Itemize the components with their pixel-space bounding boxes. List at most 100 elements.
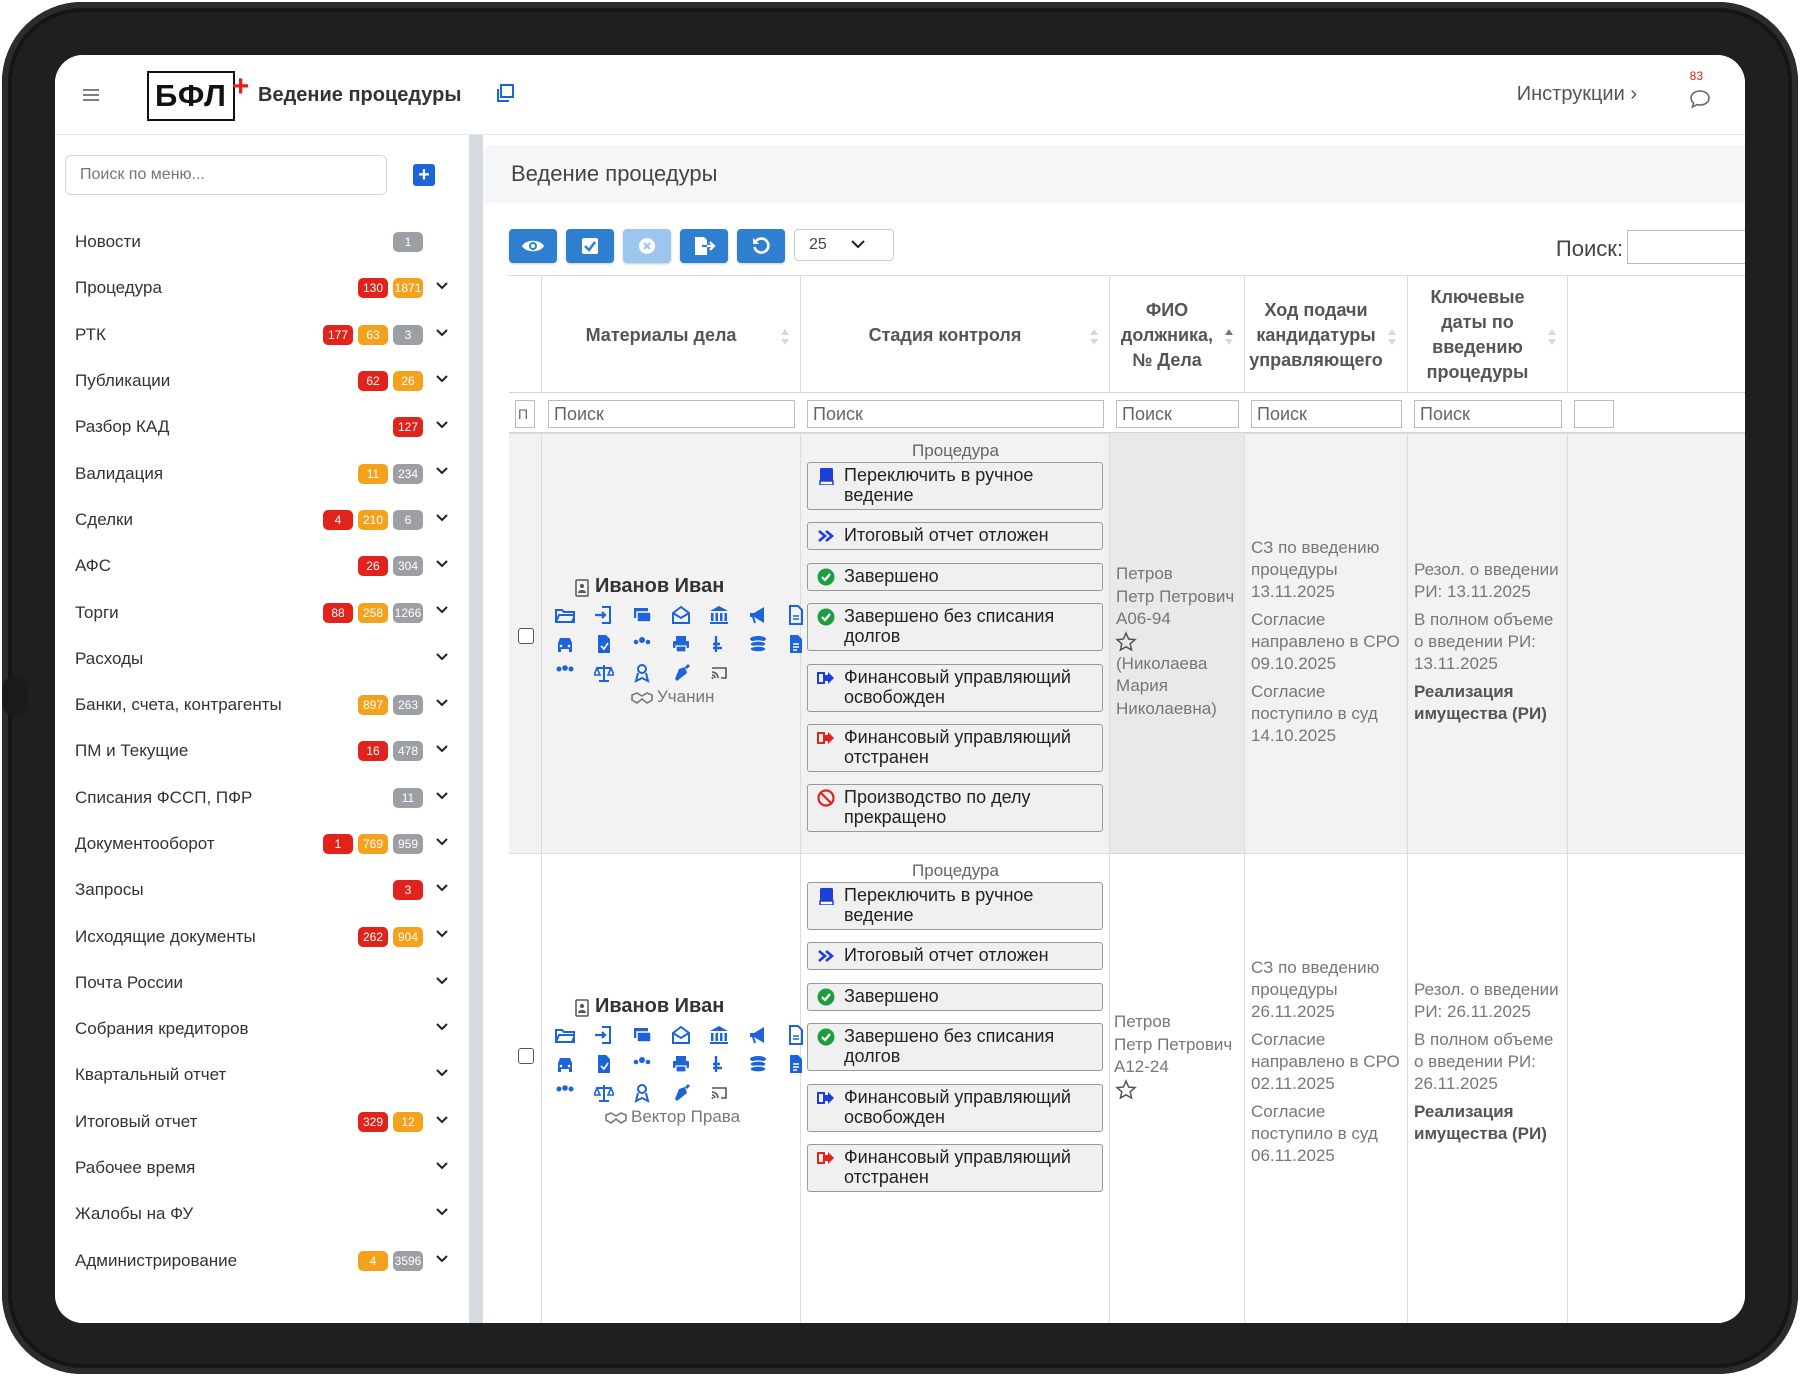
chevron-down-icon[interactable] — [435, 835, 449, 849]
column-header[interactable]: Стадия контроля — [801, 276, 1110, 394]
sidebar-item[interactable]: Валидация 11 234 — [55, 450, 469, 496]
export-button[interactable] — [680, 229, 728, 263]
people-group-icon[interactable] — [555, 1083, 575, 1103]
scales-icon[interactable] — [593, 663, 614, 683]
printer-icon[interactable] — [671, 1054, 691, 1074]
ruble-icon[interactable] — [709, 1054, 729, 1074]
users-icon[interactable] — [632, 1054, 652, 1074]
coins-icon[interactable] — [748, 634, 768, 654]
chevron-down-icon[interactable] — [435, 464, 449, 478]
car-icon[interactable] — [555, 634, 575, 654]
sidebar-item[interactable]: Разбор КАД 127 — [55, 404, 469, 450]
file-icon[interactable] — [786, 1025, 806, 1045]
file-check-icon[interactable] — [594, 634, 614, 654]
sidebar-item[interactable]: Жалобы на ФУ — [55, 1191, 469, 1237]
chevron-down-icon[interactable] — [435, 881, 449, 895]
cast-icon[interactable] — [709, 1083, 729, 1103]
stage-button[interactable]: Финансовый управляющий освобожден — [807, 1084, 1103, 1132]
stage-button[interactable]: Завершено — [807, 563, 1103, 591]
sidebar-item[interactable]: АФС 26 304 — [55, 543, 469, 589]
column-filter-input[interactable]: Поиск — [1414, 400, 1562, 428]
hamburger-menu-icon[interactable] — [83, 89, 99, 104]
chat-icon[interactable] — [1689, 89, 1711, 109]
column-filter-input[interactable]: Поиск — [1116, 400, 1239, 428]
instructions-link[interactable]: Инструкции › — [1517, 83, 1637, 106]
cast-icon[interactable] — [709, 663, 729, 683]
document-icon[interactable] — [786, 1054, 806, 1074]
bank-icon[interactable] — [709, 1025, 729, 1045]
chevron-down-icon[interactable] — [435, 696, 449, 710]
check-button[interactable] — [566, 229, 614, 263]
sidebar-item[interactable]: Администрирование 4 3596 — [55, 1238, 469, 1284]
sidebar-item[interactable]: Квартальный отчет — [55, 1052, 469, 1098]
megaphone-icon[interactable] — [748, 605, 768, 625]
chevron-down-icon[interactable] — [435, 1066, 449, 1080]
sidebar-item[interactable]: Запросы 3 — [55, 867, 469, 913]
sidebar-item[interactable]: Итоговый отчет 329 12 — [55, 1099, 469, 1145]
view-button[interactable] — [509, 229, 557, 263]
sort-icon[interactable] — [1224, 326, 1234, 348]
sidebar-item[interactable]: Банки, счета, контрагенты 897 263 — [55, 682, 469, 728]
sort-icon[interactable] — [1387, 326, 1397, 348]
debtor-name[interactable]: Иванов Иван — [595, 575, 724, 598]
chevron-down-icon[interactable] — [435, 1020, 449, 1034]
people-group-icon[interactable] — [555, 663, 575, 683]
award-icon[interactable] — [632, 1083, 652, 1103]
copy-window-icon[interactable] — [495, 83, 515, 105]
add-button[interactable]: + — [413, 164, 435, 186]
chevron-down-icon[interactable] — [435, 603, 449, 617]
chevron-down-icon[interactable] — [435, 650, 449, 664]
documents-icon[interactable] — [632, 1025, 652, 1045]
column-filter-input[interactable]: Поиск — [548, 400, 795, 428]
chevron-down-icon[interactable] — [435, 557, 449, 571]
sort-icon[interactable] — [780, 326, 790, 348]
file-check-icon[interactable] — [594, 1054, 614, 1074]
debtor-name[interactable]: Иванов Иван — [595, 995, 724, 1018]
sidebar-item[interactable]: Публикации 62 26 — [55, 358, 469, 404]
sidebar-item[interactable]: Документооборот 1 769 959 — [55, 821, 469, 867]
chevron-down-icon[interactable] — [435, 742, 449, 756]
stage-button[interactable]: Переключить в ручное ведение — [807, 882, 1103, 930]
sidebar-item[interactable]: ПМ и Текущие 16 478 — [55, 728, 469, 774]
file-icon[interactable] — [786, 605, 806, 625]
table-search-input[interactable] — [1627, 230, 1745, 264]
ruble-icon[interactable] — [709, 634, 729, 654]
chevron-down-icon[interactable] — [435, 974, 449, 988]
sidebar-item[interactable]: Исходящие документы 262 904 — [55, 913, 469, 959]
megaphone-icon[interactable] — [748, 1025, 768, 1045]
menu-search-input[interactable] — [65, 155, 387, 195]
manager-name[interactable]: Учанин — [657, 687, 714, 707]
stage-button[interactable]: Завершено без списания долгов — [807, 1023, 1103, 1071]
envelope-open-icon[interactable] — [671, 605, 691, 625]
sidebar-item[interactable]: Сделки 4 210 6 — [55, 497, 469, 543]
stage-button[interactable]: Финансовый управляющий отстранен — [807, 724, 1103, 772]
filter-checkbox-column[interactable]: П — [515, 400, 535, 428]
chevron-down-icon[interactable] — [435, 1252, 449, 1266]
row-checkbox[interactable] — [518, 1048, 534, 1064]
stage-button[interactable]: Итоговый отчет отложен — [807, 522, 1103, 550]
envelope-open-icon[interactable] — [671, 1025, 691, 1045]
printer-icon[interactable] — [671, 634, 691, 654]
sort-icon[interactable] — [1089, 326, 1099, 348]
chevron-down-icon[interactable] — [435, 372, 449, 386]
sign-in-icon[interactable] — [594, 605, 614, 625]
sidebar-item[interactable]: Почта России — [55, 960, 469, 1006]
chevron-down-icon[interactable] — [435, 1205, 449, 1219]
case-number[interactable]: А06-94 — [1116, 608, 1241, 630]
award-icon[interactable] — [632, 663, 652, 683]
sidebar-item[interactable]: Расходы — [55, 636, 469, 682]
column-header[interactable]: Ход подачи кандидатуры управляющего — [1245, 276, 1408, 394]
comment-icon[interactable] — [748, 659, 768, 679]
sidebar-item[interactable]: Рабочее время — [55, 1145, 469, 1191]
stage-button[interactable]: Итоговый отчет отложен — [807, 942, 1103, 970]
sidebar-item[interactable]: Списания ФССП, ПФР 11 — [55, 775, 469, 821]
chevron-down-icon[interactable] — [435, 1159, 449, 1173]
sidebar-item[interactable]: Процедура 130 1871 — [55, 265, 469, 311]
logo[interactable]: БФЛ + — [147, 70, 249, 121]
folder-open-icon[interactable] — [555, 1025, 575, 1045]
chevron-down-icon[interactable] — [435, 511, 449, 525]
chevron-down-icon[interactable] — [435, 279, 449, 293]
star-icon[interactable] — [1115, 1079, 1137, 1101]
users-icon[interactable] — [632, 634, 652, 654]
star-icon[interactable] — [1115, 631, 1137, 653]
